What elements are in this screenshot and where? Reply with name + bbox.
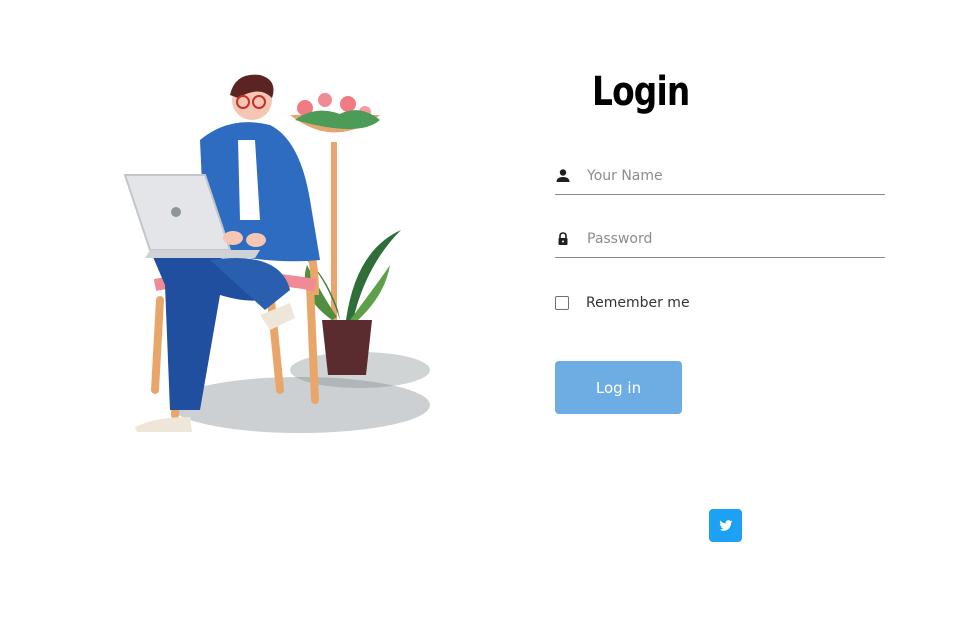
twitter-button[interactable] [709, 509, 742, 542]
user-icon [556, 169, 570, 182]
twitter-icon [718, 519, 732, 531]
name-field [555, 160, 885, 195]
password-input[interactable] [587, 227, 877, 251]
remember-checkbox[interactable] [555, 296, 569, 310]
remember-me[interactable]: Remember me [555, 293, 690, 313]
name-input[interactable] [587, 164, 877, 188]
login-page: Login Remember me Log in [0, 0, 979, 638]
lock-icon [558, 232, 568, 245]
login-button[interactable]: Log in [555, 361, 682, 414]
password-field [555, 223, 885, 258]
page-title: Login [592, 69, 690, 115]
remember-label: Remember me [586, 295, 690, 311]
person-with-laptop-illustration [123, 74, 430, 433]
